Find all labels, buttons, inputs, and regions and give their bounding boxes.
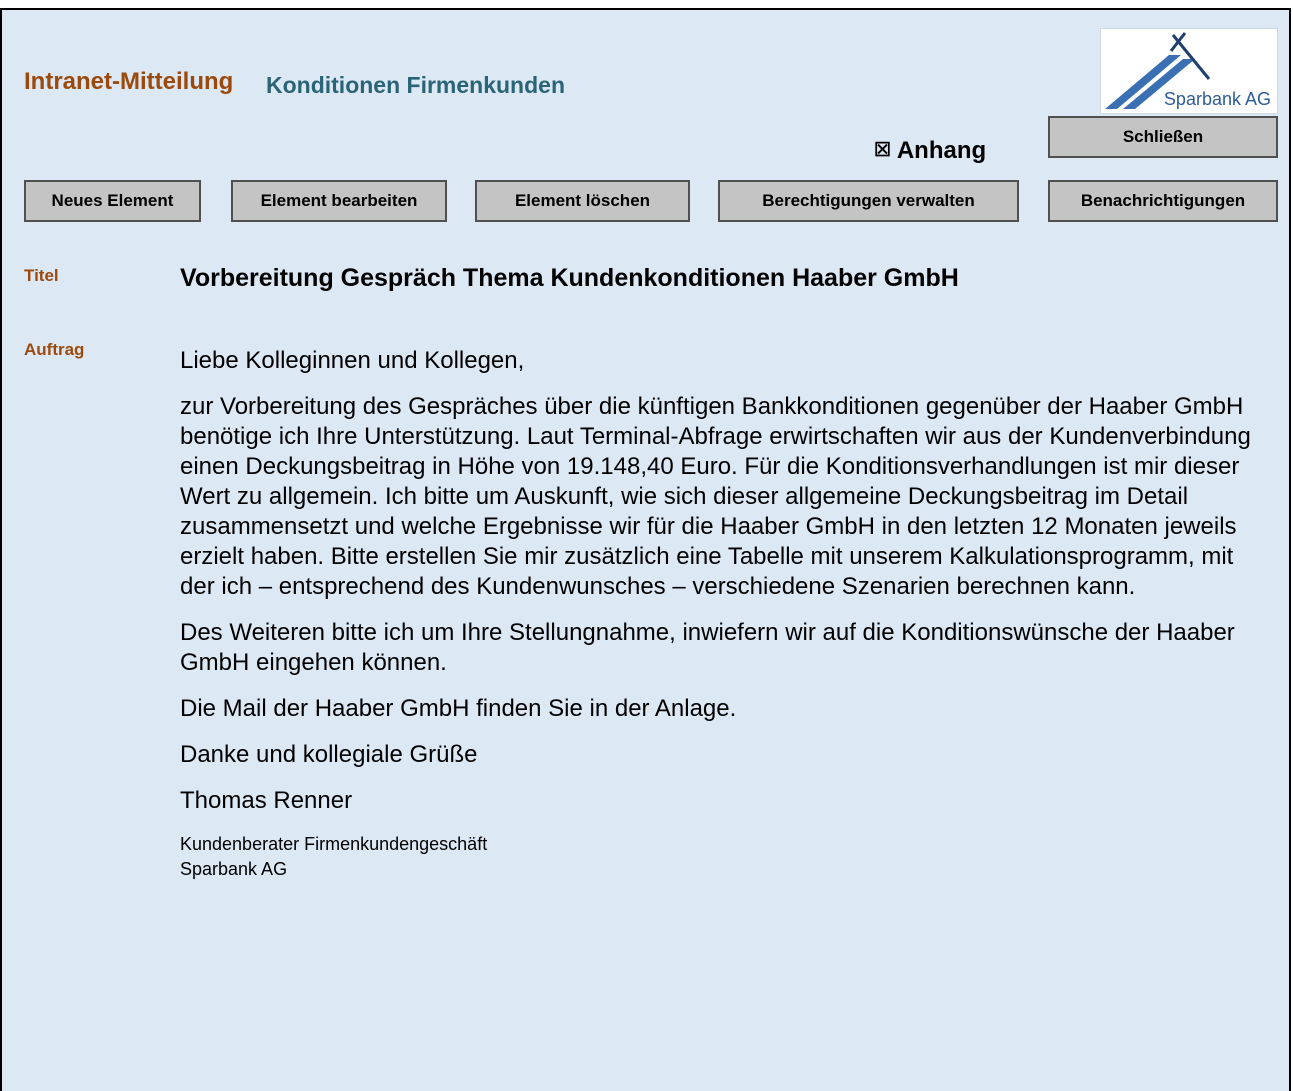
manage-permissions-button[interactable]: Berechtigungen verwalten — [718, 180, 1019, 222]
section-title: Konditionen Firmenkunden — [266, 72, 565, 98]
app-title: Intranet-Mitteilung — [24, 68, 234, 95]
sparbank-logo: Sparbank AG — [1100, 28, 1278, 114]
paragraph-statement: Des Weiteren bitte ich um Ihre Stellungn… — [180, 619, 1235, 676]
item-title: Vorbereitung Gespräch Thema Kundenkondit… — [180, 264, 959, 292]
sender-signature: Kundenberater Firmenkundengeschäft Sparb… — [180, 832, 1265, 882]
close-button[interactable]: Schließen — [1048, 116, 1278, 158]
sender-company: Sparbank AG — [180, 859, 288, 879]
checkbox-icon[interactable]: ☒ — [874, 140, 891, 161]
delete-item-button[interactable]: Element löschen — [475, 180, 690, 222]
message-window: Intranet-Mitteilung Konditionen Firmenku… — [0, 8, 1291, 1091]
attachment-indicator[interactable]: ☒ Anhang — [874, 137, 986, 165]
sender-name: Thomas Renner — [180, 787, 353, 814]
title-label: Titel — [24, 266, 59, 285]
greeting: Liebe Kolleginnen und Kollegen, — [180, 347, 525, 374]
paragraph-attachment: Die Mail der Haaber GmbH finden Sie in d… — [180, 695, 737, 722]
attachment-label: Anhang — [896, 137, 987, 164]
logo-text: Sparbank AG — [1163, 89, 1271, 109]
task-label: Auftrag — [24, 340, 85, 359]
new-item-button[interactable]: Neues Element — [24, 180, 201, 222]
notifications-button[interactable]: Benachrichtigungen — [1048, 180, 1278, 222]
paragraph-request: zur Vorbereitung des Gespräches über die… — [180, 393, 1251, 600]
message-body: Liebe Kolleginnen und Kollegen, zur Vorb… — [180, 346, 1265, 882]
closing: Danke und kollegiale Grüße — [180, 741, 478, 768]
edit-item-button[interactable]: Element bearbeiten — [231, 180, 447, 222]
sender-role: Kundenberater Firmenkundengeschäft — [180, 834, 488, 854]
